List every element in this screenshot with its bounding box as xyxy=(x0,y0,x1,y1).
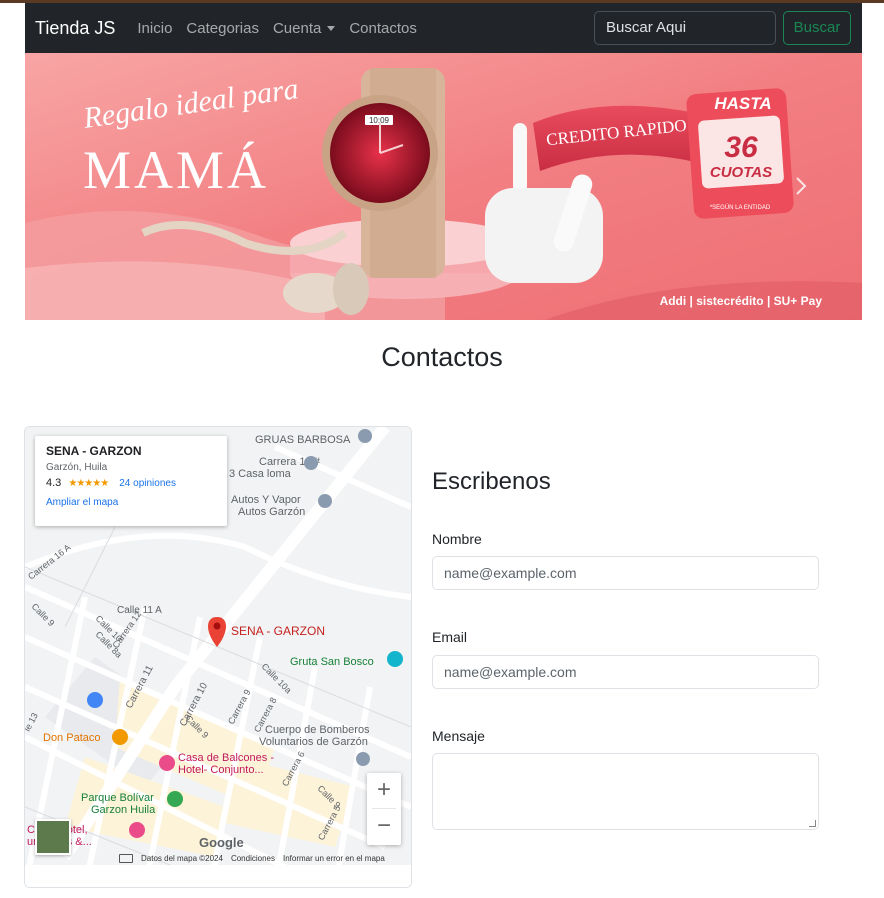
zoom-in-button[interactable]: + xyxy=(367,773,401,809)
zoom-out-button[interactable]: − xyxy=(367,809,401,845)
map-pin-label: SENA - GARZON xyxy=(231,624,325,638)
map-data-text: Datos del mapa ©2024 xyxy=(141,854,223,863)
map-poi-icon[interactable] xyxy=(318,494,332,508)
map-poi-icon[interactable] xyxy=(129,822,145,838)
nav-link-categorias[interactable]: Categorias xyxy=(186,20,259,37)
badge-note: *SEGÚN LA ENTIDAD xyxy=(710,204,771,211)
nav-link-inicio[interactable]: Inicio xyxy=(137,20,172,37)
place-city: Garzón, Huila xyxy=(46,462,108,473)
form-title: Escribenos xyxy=(432,468,551,495)
map-poi-icon[interactable] xyxy=(356,752,370,766)
map-label: Gruta San Bosco xyxy=(290,656,374,668)
nav-dropdown-cuenta[interactable]: Cuenta xyxy=(272,19,336,37)
map-label-gruas: GRUAS BARBOSA xyxy=(255,434,351,446)
reviews-link[interactable]: 24 opiniones xyxy=(119,478,176,489)
map-label: Autos Y Vapor xyxy=(231,494,301,506)
map-poi-icon[interactable] xyxy=(358,429,372,443)
map-poi-icon[interactable] xyxy=(304,456,318,470)
map-poi-icon[interactable] xyxy=(159,755,175,771)
place-rating-row: 4.3 ★★★★★ 24 opiniones xyxy=(46,477,216,489)
banner-partners: Addi | sistecrédito | SU+ Pay xyxy=(660,294,823,308)
name-label: Nombre xyxy=(432,531,482,547)
map-poi-icon[interactable] xyxy=(112,729,128,745)
promo-banner[interactable]: 10:09 CREDITO RAPIDO HASTA 36 CUOTAS *SE… xyxy=(25,53,862,320)
map-label: Parque Bolívar xyxy=(81,792,154,804)
map-label: 3 Casa loma xyxy=(229,468,292,480)
satellite-toggle[interactable] xyxy=(35,819,71,855)
message-textarea[interactable] xyxy=(432,753,819,830)
keyboard-icon[interactable] xyxy=(119,854,133,863)
map-label: Don Pataco xyxy=(43,732,100,744)
caret-down-icon xyxy=(327,25,336,31)
map-label: Casa de Balcones - xyxy=(178,752,274,764)
resize-handle-icon[interactable] xyxy=(809,820,816,827)
map-attribution: Datos del mapa ©2024 Condiciones Informa… xyxy=(119,854,385,863)
zoom-controls: + − xyxy=(367,773,401,845)
brand-logo[interactable]: Tienda JS xyxy=(35,18,115,39)
nav-link-contactos[interactable]: Contactos xyxy=(349,20,417,37)
map-label: Voluntarios de Garzón xyxy=(259,736,368,748)
map-label: Autos Garzón xyxy=(238,506,305,518)
map-poi-icon[interactable] xyxy=(87,692,103,708)
star-rating-icon: ★★★★★ xyxy=(68,478,109,489)
terms-link[interactable]: Condiciones xyxy=(231,854,275,863)
map-poi-icon[interactable] xyxy=(387,651,403,667)
map-poi-icon[interactable] xyxy=(167,791,183,807)
map-label: Cuerpo de Bomberos xyxy=(265,724,370,736)
page-title: Contactos xyxy=(381,342,503,372)
google-logo: Google xyxy=(199,835,244,850)
zoom-divider xyxy=(372,808,396,809)
nav-dropdown-cuenta-label: Cuenta xyxy=(272,19,322,37)
map-embed[interactable]: GRUAS BARBOSA Carrera 11 # 3 Casa loma A… xyxy=(24,426,412,888)
place-info-card: SENA - GARZON Garzón, Huila 4.3 ★★★★★ 24… xyxy=(35,436,227,526)
search-input[interactable]: Buscar Aqui xyxy=(594,11,776,45)
email-field[interactable]: name@example.com xyxy=(432,655,819,689)
navbar: Tienda JS Inicio Categorias Cuenta Conta… xyxy=(25,3,862,53)
report-error-link[interactable]: Informar un error en el mapa xyxy=(283,854,385,863)
badge-unit: CUOTAS xyxy=(710,164,772,181)
badge-hasta: HASTA xyxy=(714,94,771,113)
email-label: Email xyxy=(432,629,468,645)
map-label: Garzon Huila xyxy=(91,804,156,816)
name-field[interactable]: name@example.com xyxy=(432,556,819,590)
map-label: Hotel- Conjunto... xyxy=(178,764,264,776)
place-name: SENA - GARZON xyxy=(46,444,142,458)
place-rating: 4.3 xyxy=(46,477,62,489)
search-button[interactable]: Buscar xyxy=(783,11,851,45)
message-label: Mensaje xyxy=(432,728,485,744)
enlarge-map-link[interactable]: Ampliar el mapa xyxy=(46,497,216,508)
banner-headline: MAMÁ xyxy=(83,140,269,200)
badge-number: 36 xyxy=(724,131,758,164)
